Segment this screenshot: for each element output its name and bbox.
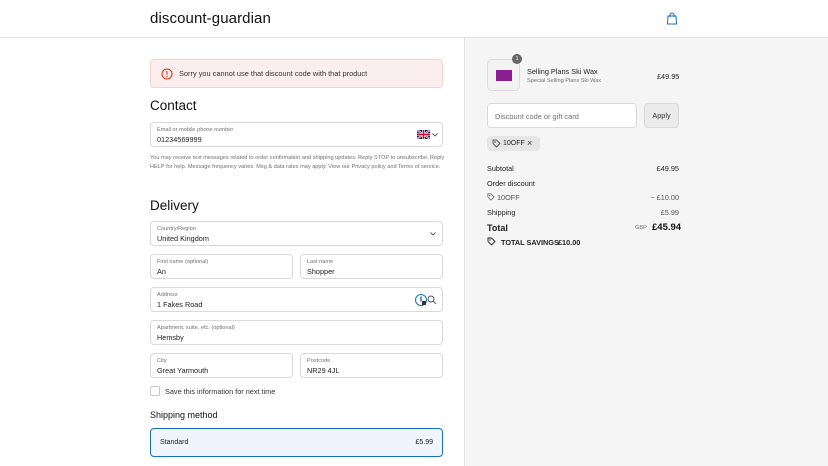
apply-button[interactable]: Apply — [644, 103, 679, 128]
sms-disclaimer: You may receive text messages related to… — [150, 155, 445, 170]
quantity-badge: 1 — [512, 54, 522, 64]
contact-heading: Contact — [150, 98, 197, 113]
discount-code-input[interactable]: Discount code or gift card — [487, 103, 637, 128]
total-label: Total — [487, 223, 508, 233]
search-icon[interactable] — [427, 295, 437, 305]
phone-field[interactable]: Email or mobile phone number 01234569999 — [150, 122, 443, 147]
header: discount-guardian — [0, 0, 828, 38]
savings-value: £10.00 — [558, 238, 581, 247]
total-value: £45.94 — [652, 222, 682, 233]
city-label: City — [157, 358, 167, 364]
city-value[interactable]: Great Yarmouth — [157, 366, 208, 375]
shipping-option-name: Standard — [160, 439, 189, 446]
shipping-label: Shipping — [487, 208, 516, 217]
address-value[interactable]: 1 Fakes Road — [157, 300, 202, 309]
chevron-down-icon[interactable] — [432, 133, 438, 137]
error-message: Sorry you cannot use that discount code … — [179, 69, 368, 78]
product-name: Selling Plans Ski Wax — [527, 67, 598, 76]
first-name-field[interactable]: First name (optional) An — [150, 254, 293, 279]
applied-code: 10OFF — [503, 140, 525, 147]
address-field[interactable]: Address 1 Fakes Road — [150, 287, 443, 312]
total-currency: GBP — [635, 225, 647, 231]
subtotal-label: Subtotal — [487, 164, 514, 173]
apartment-value[interactable]: Hemsby — [157, 333, 184, 342]
total-row: Total — [487, 223, 679, 233]
country-label: Country/Region — [157, 226, 196, 232]
phone-value[interactable]: 01234569999 — [157, 135, 202, 144]
last-name-field[interactable]: Last name Shopper — [300, 254, 443, 279]
remove-discount-icon[interactable]: × — [527, 138, 532, 148]
shipping-row: Shipping £5.99 — [487, 208, 679, 217]
address-label: Address — [157, 292, 178, 298]
city-field[interactable]: City Great Yarmouth — [150, 353, 293, 378]
phone-label: Email or mobile phone number — [157, 127, 234, 133]
apartment-field[interactable]: Apartment, suite, etc. (optional) Hemsby — [150, 320, 443, 345]
first-name-label: First name (optional) — [157, 259, 209, 265]
applied-discount-chip: 10OFF × — [487, 136, 540, 151]
shipping-method-heading: Shipping method — [150, 410, 218, 420]
country-select[interactable]: Country/Region United Kingdom — [150, 221, 443, 246]
last-name-value[interactable]: Shopper — [307, 267, 335, 276]
tag-icon — [492, 139, 501, 148]
tag-icon — [487, 193, 495, 201]
tag-icon — [487, 237, 496, 246]
shipping-value: £5.99 — [660, 208, 679, 217]
subtotal-row: Subtotal £49.95 — [487, 164, 679, 173]
shipping-option-price: £5.99 — [415, 439, 433, 446]
savings-label: TOTAL SAVINGS — [501, 238, 559, 247]
apartment-label: Apartment, suite, etc. (optional) — [157, 325, 235, 331]
product-image — [496, 70, 512, 81]
first-name-value[interactable]: An — [157, 267, 166, 276]
discount-placeholder: Discount code or gift card — [495, 112, 579, 121]
discount-code-label: 10OFF — [497, 193, 520, 202]
store-logo[interactable]: discount-guardian — [150, 10, 271, 27]
postcode-field[interactable]: Postcode NR29 4JL — [300, 353, 443, 378]
discount-value: − £10.00 — [650, 193, 679, 202]
order-discount-label: Order discount — [487, 179, 535, 188]
postcode-label: Postcode — [307, 358, 331, 364]
postcode-value[interactable]: NR29 4JL — [307, 366, 339, 375]
uk-flag-icon[interactable] — [417, 130, 430, 139]
last-name-label: Last name — [307, 259, 334, 265]
save-info-checkbox[interactable] — [150, 386, 160, 396]
password-manager-icon[interactable] — [414, 293, 428, 307]
shipping-option-standard[interactable]: Standard £5.99 — [150, 428, 443, 457]
alert-circle-icon — [161, 68, 173, 80]
shopping-bag-icon[interactable] — [666, 12, 678, 25]
product-price: £49.95 — [657, 72, 680, 81]
country-value: United Kingdom — [157, 234, 209, 243]
error-banner: Sorry you cannot use that discount code … — [150, 59, 443, 88]
save-info-label[interactable]: Save this information for next time — [165, 387, 275, 396]
delivery-heading: Delivery — [150, 198, 199, 213]
order-discount-row: Order discount — [487, 179, 679, 188]
chevron-down-icon — [430, 232, 436, 236]
product-variant: Special Selling Plans Ski Wax — [527, 78, 602, 84]
subtotal-value: £49.95 — [656, 164, 679, 173]
